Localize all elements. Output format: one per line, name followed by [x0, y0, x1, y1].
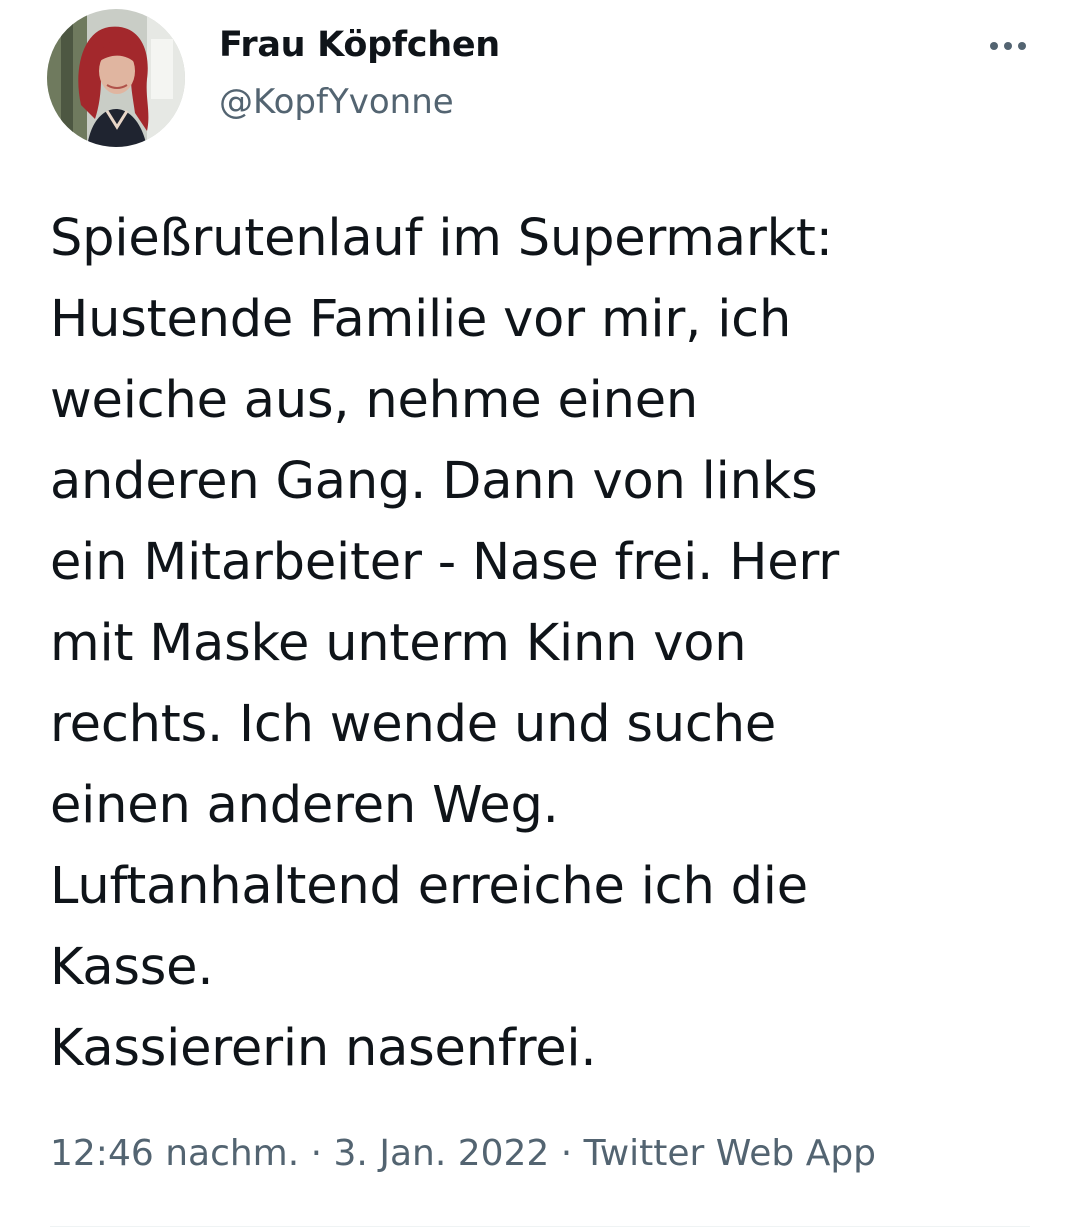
author-display-name[interactable]: Frau Köpfchen	[219, 22, 500, 68]
avatar-image	[47, 9, 185, 147]
avatar[interactable]	[47, 9, 185, 147]
author-handle[interactable]: @KopfYvonne	[219, 80, 454, 124]
more-horizontal-icon	[990, 42, 998, 50]
tweet-metadata: 12:46 nachm. · 3. Jan. 2022 · Twitter We…	[50, 1128, 876, 1180]
more-horizontal-icon	[1004, 42, 1012, 50]
tweet-time[interactable]: 12:46 nachm.	[50, 1133, 299, 1174]
divider	[50, 1226, 1030, 1227]
meta-separator: ·	[549, 1133, 584, 1174]
tweet-text: Spießrutenlauf im Supermarkt: Hustende F…	[50, 209, 840, 1078]
more-horizontal-icon	[1018, 42, 1026, 50]
tweet-date[interactable]: 3. Jan. 2022	[334, 1133, 550, 1174]
more-options-button[interactable]	[978, 26, 1038, 66]
meta-separator: ·	[299, 1133, 334, 1174]
tweet-source[interactable]: Twitter Web App	[584, 1133, 876, 1174]
